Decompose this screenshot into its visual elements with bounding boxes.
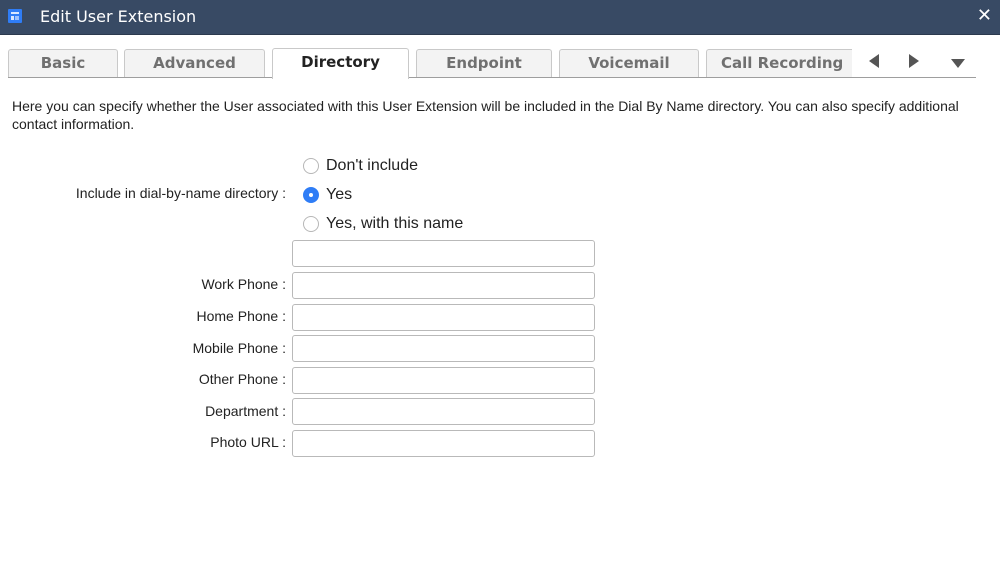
directory-label: Include in dial-by-name directory : xyxy=(75,185,286,201)
tab-divider xyxy=(8,77,976,78)
radio-button[interactable] xyxy=(303,187,319,203)
description-text: Here you can specify whether the User as… xyxy=(12,98,959,132)
mobile-phone-label: Mobile Phone : xyxy=(192,340,286,356)
department-label: Department : xyxy=(205,403,286,419)
radio-dont-include[interactable]: Don't include xyxy=(303,156,418,176)
photo-url-label: Photo URL : xyxy=(210,434,286,450)
radio-label: Yes, with this name xyxy=(326,215,464,232)
other-phone-input[interactable] xyxy=(292,367,595,394)
tab-endpoint[interactable]: Endpoint xyxy=(416,49,552,77)
title-bar: Edit User Extension ✕ xyxy=(0,0,1000,35)
tab-bar: Basic Advanced Directory Endpoint Voicem… xyxy=(0,46,1000,80)
radio-label: Yes xyxy=(326,186,353,203)
mobile-phone-input[interactable] xyxy=(292,335,595,362)
department-input[interactable] xyxy=(292,398,595,425)
photo-url-input[interactable] xyxy=(292,430,595,457)
triangle-down-icon[interactable] xyxy=(951,59,965,68)
tab-basic[interactable]: Basic xyxy=(8,49,118,77)
tab-call-recording[interactable]: Call Recording xyxy=(706,49,852,77)
work-phone-label: Work Phone : xyxy=(201,276,286,292)
other-phone-label: Other Phone : xyxy=(198,371,286,387)
radio-button[interactable] xyxy=(303,158,319,174)
radio-yes-with-name[interactable]: Yes, with this name xyxy=(303,214,463,234)
triangle-right-icon[interactable] xyxy=(909,54,919,68)
home-phone-label: Home Phone : xyxy=(196,308,287,324)
work-phone-input[interactable] xyxy=(292,272,595,299)
radio-label: Don't include xyxy=(326,157,418,174)
app-window-icon xyxy=(8,9,22,23)
tab-directory[interactable]: Directory xyxy=(272,48,409,79)
directory-name-input[interactable] xyxy=(292,240,595,267)
radio-button[interactable] xyxy=(303,216,319,232)
tab-voicemail[interactable]: Voicemail xyxy=(559,49,699,77)
tab-advanced[interactable]: Advanced xyxy=(124,49,265,77)
close-icon[interactable]: ✕ xyxy=(977,5,992,26)
radio-yes[interactable]: Yes xyxy=(303,185,352,205)
home-phone-input[interactable] xyxy=(292,304,595,331)
triangle-left-icon[interactable] xyxy=(869,54,879,68)
window-title: Edit User Extension xyxy=(40,7,197,26)
